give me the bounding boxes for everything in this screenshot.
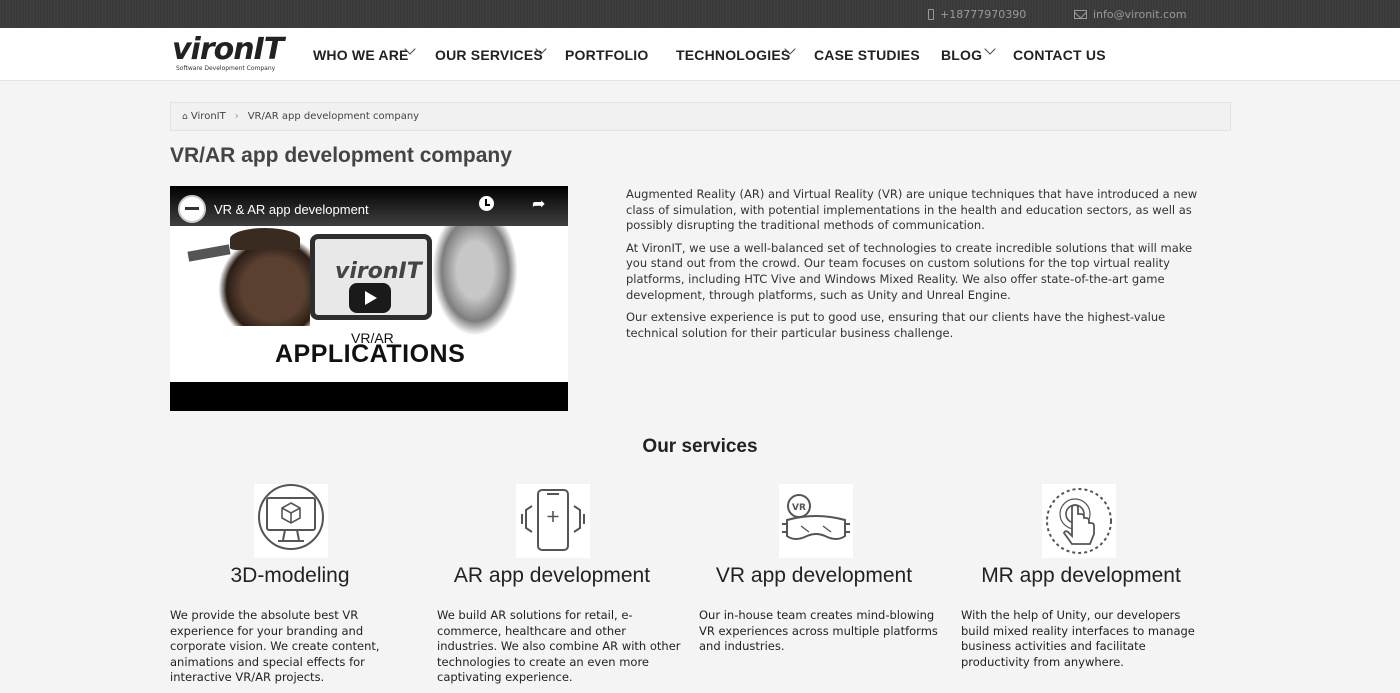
phone-ar-icon — [516, 484, 590, 558]
services-heading: Our services — [642, 436, 758, 457]
video-thumbnail: vironIT VR/AR APPLICATIONS VR & AR app d… — [170, 186, 568, 382]
intro-paragraph: At VironIT, we use a well-balanced set o… — [626, 240, 1193, 302]
logo-wordmark: vironIT — [172, 32, 284, 67]
touch-hand-icon — [1042, 484, 1116, 558]
phone-icon — [928, 9, 934, 20]
nav-technologies[interactable]: TECHNOLOGIES — [676, 47, 790, 63]
share-icon[interactable]: ➦ — [532, 194, 545, 213]
site-header: vironIT Software Development Company WHO… — [0, 28, 1400, 81]
intro-text: Augmented Reality (AR) and Virtual Reali… — [626, 187, 1206, 348]
breadcrumb-current: VR/AR app development company — [247, 111, 420, 122]
logo-tagline: Software Development Company — [176, 65, 276, 72]
video-title-bar: VR & AR app development ➦ — [170, 186, 568, 226]
service-description: We build AR solutions for retail, e-comm… — [437, 608, 681, 684]
phone-link[interactable]: +18777970390 — [928, 8, 1026, 21]
email-address: info@vironit.com — [1093, 8, 1187, 21]
service-title[interactable]: VR app development — [684, 564, 944, 588]
monitor-cube-icon — [254, 484, 328, 558]
nav-portfolio[interactable]: PORTFOLIO — [565, 47, 648, 63]
clock-icon[interactable] — [479, 196, 494, 211]
service-description: We provide the absolute best VR experien… — [170, 608, 380, 684]
nav-case-studies[interactable]: CASE STUDIES — [814, 47, 920, 63]
breadcrumb-home-label: VironIT — [190, 111, 226, 122]
video-title[interactable]: VR & AR app development — [214, 202, 369, 217]
top-bar: +18777970390 info@vironit.com — [0, 0, 1400, 28]
service-description: With the help of Unity, our developers b… — [961, 608, 1195, 669]
breadcrumb: ⌂ VironIT › VR/AR app development compan… — [170, 102, 1231, 131]
breadcrumb-separator-icon: › — [234, 111, 239, 122]
breadcrumb-home[interactable]: ⌂ VironIT — [182, 111, 226, 122]
video-player[interactable]: vironIT VR/AR APPLICATIONS VR & AR app d… — [170, 186, 568, 411]
nav-blog[interactable]: BLOG — [941, 47, 982, 63]
tablet-logo: vironIT — [335, 259, 422, 284]
service-title[interactable]: AR app development — [422, 564, 682, 588]
nav-who-we-are[interactable]: WHO WE ARE — [313, 47, 409, 63]
thumbnail-applications-label: APPLICATIONS — [275, 340, 466, 368]
intro-paragraph: Our extensive experience is put to good … — [626, 310, 1166, 340]
phone-number: +18777970390 — [940, 8, 1027, 21]
vr-headset-icon: VR — [779, 484, 853, 558]
android-head — [432, 226, 518, 336]
service-title[interactable]: MR app development — [951, 564, 1211, 588]
page-title: VR/AR app development company — [170, 144, 512, 167]
envelope-icon — [1074, 10, 1087, 19]
nav-contact-us[interactable]: CONTACT US — [1013, 47, 1106, 63]
svg-text:VR: VR — [792, 503, 806, 513]
email-link[interactable]: info@vironit.com — [1074, 8, 1187, 21]
chevron-down-icon[interactable] — [984, 43, 996, 55]
intro-paragraph: Augmented Reality (AR) and Virtual Reali… — [626, 187, 1198, 233]
play-button[interactable] — [349, 283, 391, 313]
cowboy-hat — [230, 228, 300, 250]
site-logo[interactable]: vironIT Software Development Company — [172, 35, 287, 75]
service-title[interactable]: 3D-modeling — [160, 564, 420, 588]
channel-avatar[interactable] — [178, 195, 206, 223]
nav-our-services[interactable]: OUR SERVICES — [435, 47, 543, 63]
service-description: Our in-house team creates mind-blowing V… — [699, 608, 938, 653]
home-icon: ⌂ — [182, 112, 188, 122]
